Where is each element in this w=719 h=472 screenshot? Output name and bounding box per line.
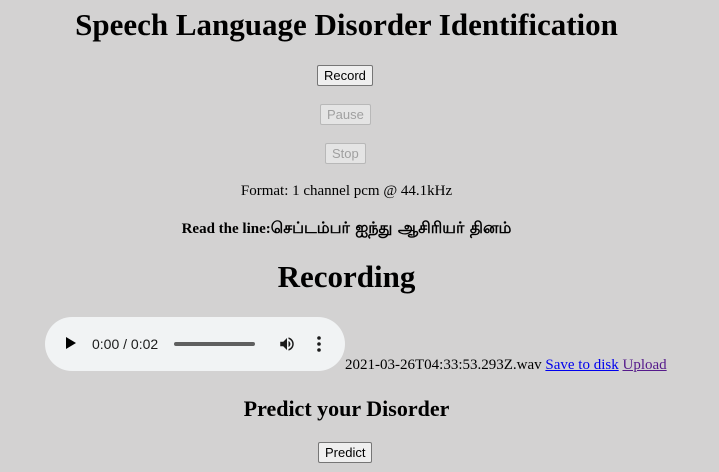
record-button[interactable]: Record [317, 65, 373, 86]
stop-button[interactable]: Stop [325, 143, 366, 164]
read-line-label: Read the line: [181, 221, 271, 237]
play-icon[interactable] [66, 337, 76, 349]
predict-button[interactable]: Predict [318, 442, 373, 463]
recording-filename: 2021-03-26T04:33:53.293Z.wav [345, 357, 542, 373]
audio-player[interactable]: 0:00 / 0:02 [45, 317, 345, 371]
page-title: Speech Language Disorder Identification [75, 7, 618, 42]
audio-time-display: 0:00 / 0:02 [92, 336, 159, 352]
save-to-disk-link[interactable]: Save to disk [545, 357, 618, 373]
format-text: Format: 1 channel pcm @ 44.1kHz [240, 183, 453, 199]
pause-button[interactable]: Pause [320, 104, 371, 125]
predict-heading: Predict your Disorder [243, 396, 450, 421]
upload-link[interactable]: Upload [622, 357, 666, 373]
read-line: Read the line:செப்டம்பர் ஐந்து ஆசிரியர் … [0, 217, 693, 240]
recording-file-row: 2021-03-26T04:33:53.293Z.wav Save to dis… [345, 356, 667, 374]
recording-heading: Recording [277, 259, 416, 294]
read-line-text: செப்டம்பர் ஐந்து ஆசிரியர் தினம் [270, 218, 512, 237]
volume-icon[interactable] [278, 335, 296, 353]
audio-progress-slider[interactable] [174, 342, 255, 346]
more-vert-icon[interactable] [315, 335, 323, 353]
page: Speech Language Disorder Identification … [0, 0, 719, 472]
